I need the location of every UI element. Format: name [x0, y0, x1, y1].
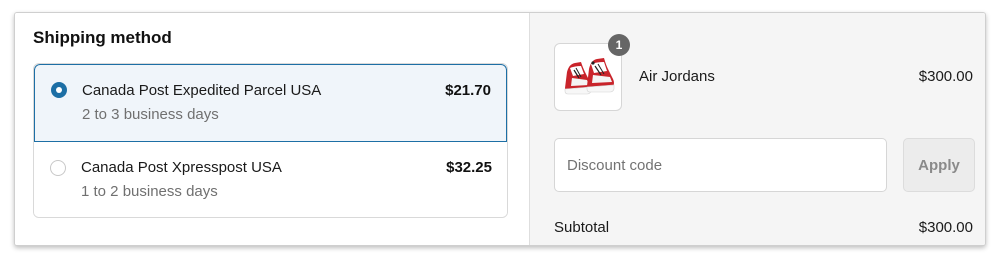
shipping-option-expedited[interactable]: Canada Post Expedited Parcel USA 2 to 3 …: [34, 64, 507, 142]
subtotal-label: Subtotal: [554, 219, 610, 236]
subtotal-value: $300.00: [918, 219, 973, 236]
shipping-section: Shipping method Canada Post Expedited Pa…: [15, 13, 529, 245]
order-summary: 1 Air Jordans $300.00 Apply Subtotal $30…: [529, 13, 985, 245]
shipping-option-xpresspost[interactable]: Canada Post Xpresspost USA 1 to 2 busine…: [34, 142, 507, 217]
discount-code-input[interactable]: [554, 138, 887, 192]
radio-unselected-icon[interactable]: [50, 160, 66, 176]
shipping-option-name: Canada Post Xpresspost USA: [81, 159, 282, 176]
radio-selected-icon[interactable]: [51, 82, 67, 98]
product-price: $300.00: [918, 68, 973, 85]
checkout-panel: Shipping method Canada Post Expedited Pa…: [14, 12, 986, 246]
quantity-badge: 1: [608, 34, 630, 56]
apply-discount-button[interactable]: Apply: [903, 138, 975, 192]
product-name: Air Jordans: [639, 68, 715, 85]
shipping-option-delivery-time: 2 to 3 business days: [82, 106, 219, 123]
sneakers-icon: [564, 58, 615, 95]
shipping-option-name: Canada Post Expedited Parcel USA: [82, 82, 322, 99]
shipping-options-list: Canada Post Expedited Parcel USA 2 to 3 …: [33, 63, 508, 218]
shipping-option-price: $32.25: [446, 159, 492, 176]
shipping-option-price: $21.70: [445, 82, 491, 99]
shipping-option-delivery-time: 1 to 2 business days: [81, 183, 218, 200]
shipping-method-title: Shipping method: [33, 28, 172, 47]
